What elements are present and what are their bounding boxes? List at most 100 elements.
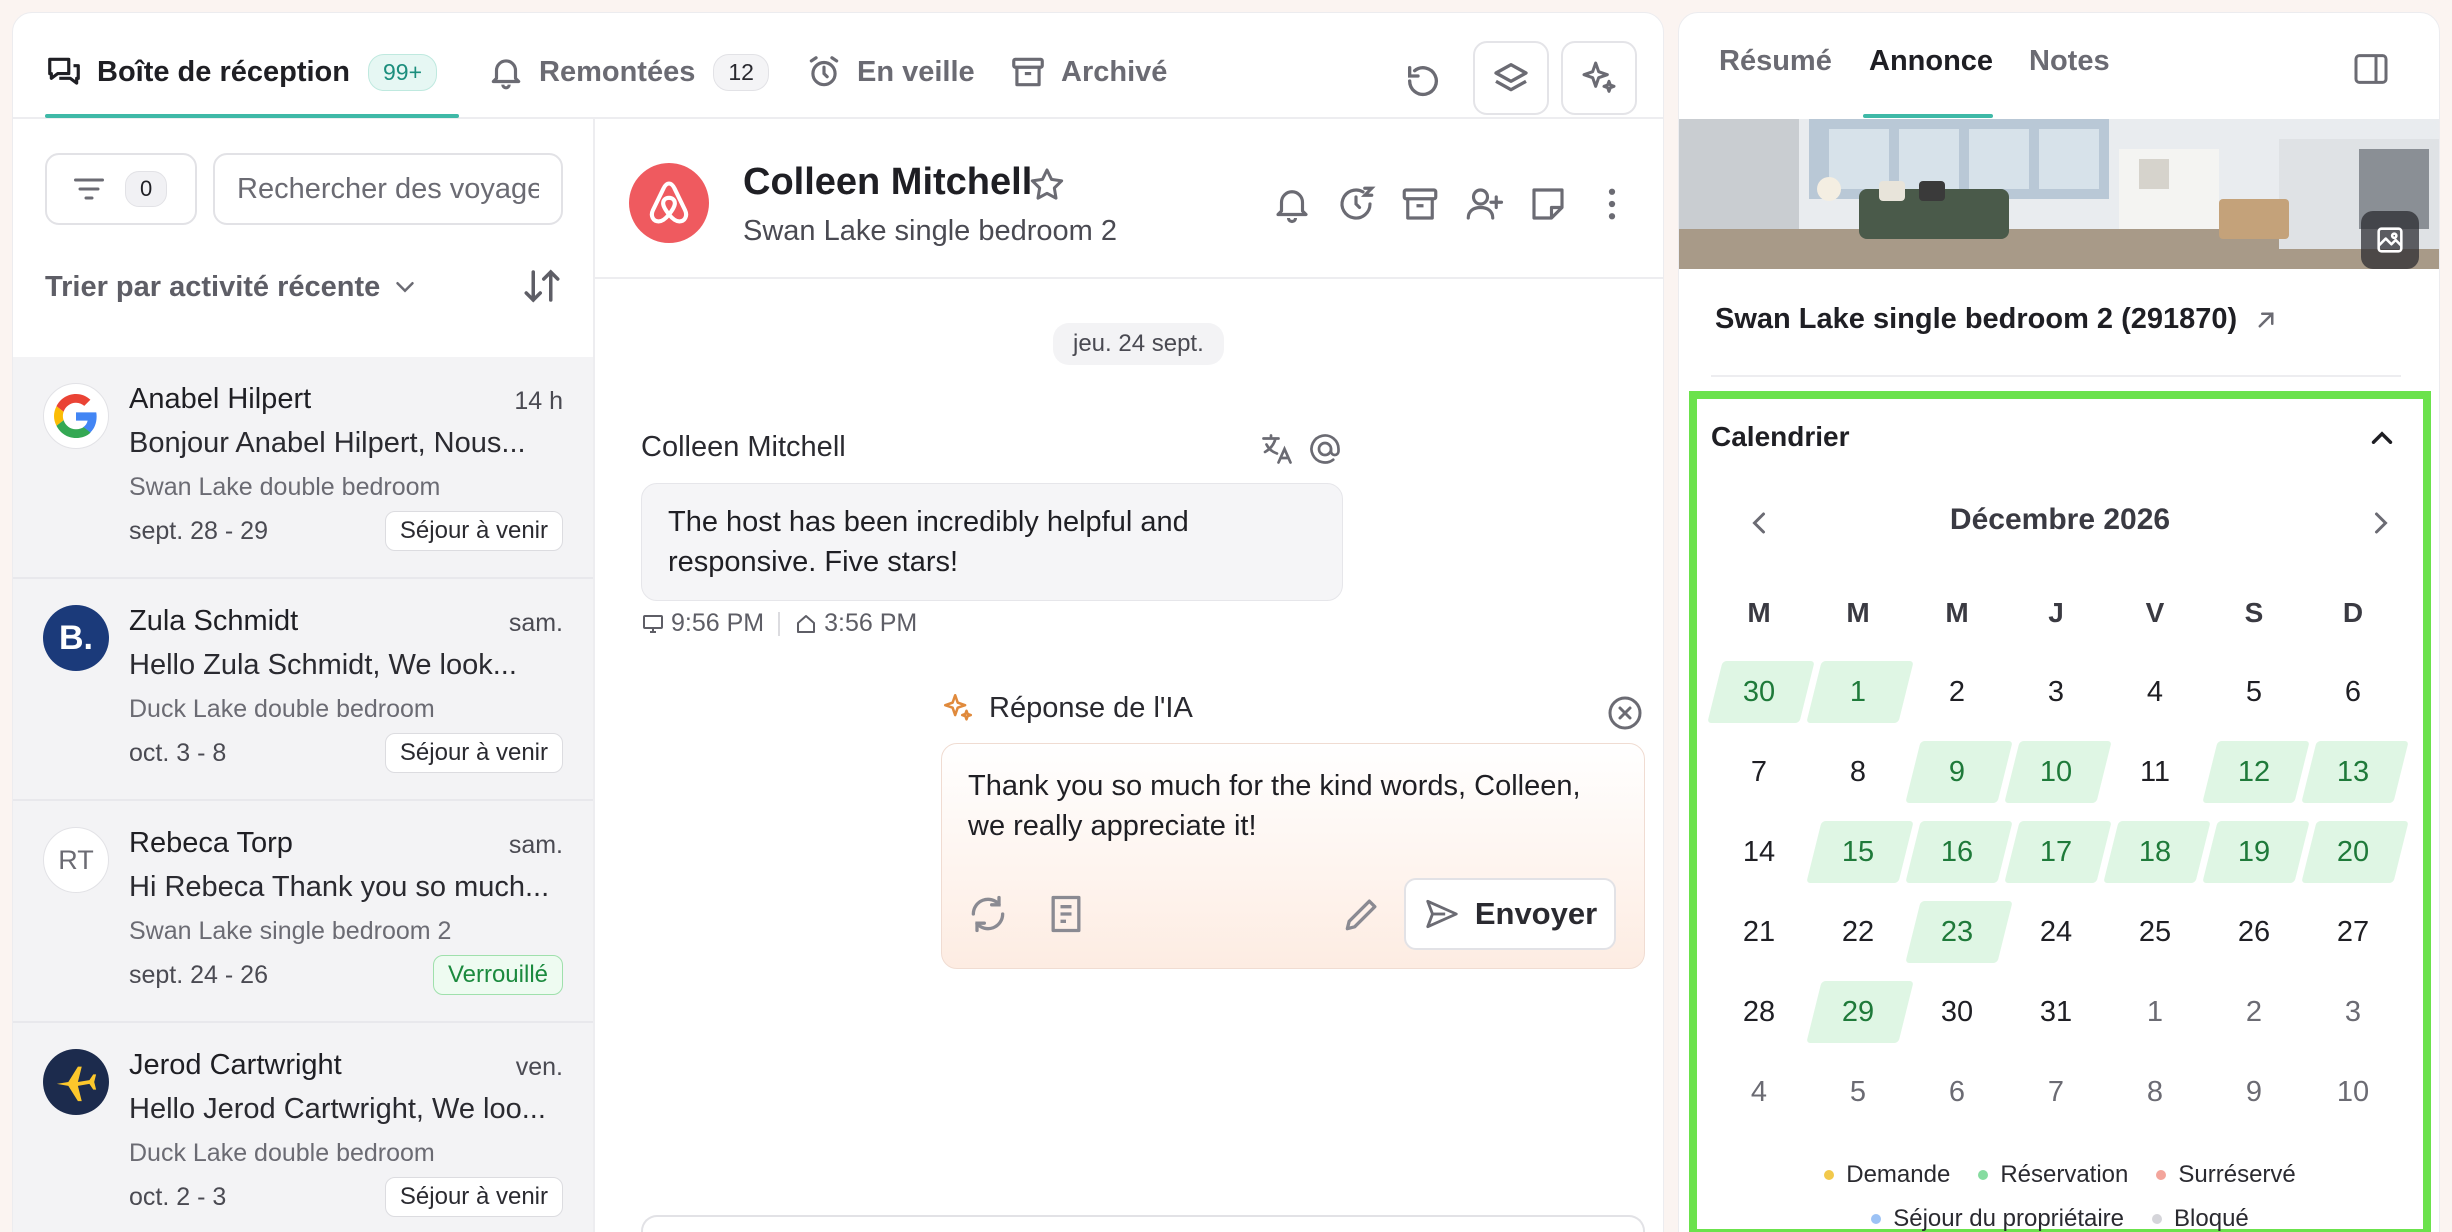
translate-icon[interactable]	[1259, 431, 1295, 467]
add-user-icon[interactable]	[1463, 183, 1505, 225]
conversation-time: sam.	[508, 831, 563, 859]
sidebar-toggle-icon[interactable]	[2351, 49, 2391, 89]
calendar-day[interactable]: 4	[2107, 661, 2203, 723]
calendar-day[interactable]: 2	[2206, 981, 2302, 1043]
living-room-photo	[1679, 119, 2439, 269]
calendar-day-number: 22	[1841, 915, 1875, 948]
tab-escalated[interactable]: Remontées 12	[487, 41, 769, 103]
calendar-day[interactable]: 14	[1711, 821, 1807, 883]
tab-inbox[interactable]: Boîte de réception 99+	[45, 41, 438, 103]
calendar-day[interactable]: 30	[1909, 981, 2005, 1043]
calendar-day[interactable]: 8	[1810, 741, 1906, 803]
calendar-day[interactable]: 22	[1810, 901, 1906, 963]
conversation-time: sam.	[508, 609, 563, 637]
calendar-day[interactable]: 1	[1810, 661, 1906, 723]
conversation-item[interactable]: Anabel Hilpert 14 h Bonjour Anabel Hilpe…	[13, 357, 593, 579]
conversation-item[interactable]: B. Zula Schmidt sam. Hello Zula Schmidt,…	[13, 579, 593, 801]
listing-title-link[interactable]: Swan Lake single bedroom 2 (291870)	[1715, 303, 2281, 336]
calendar-day[interactable]: 5	[2206, 661, 2302, 723]
calendar-day[interactable]: 10	[2008, 741, 2104, 803]
calendar-day[interactable]: 27	[2305, 901, 2401, 963]
mention-icon[interactable]	[1307, 431, 1343, 467]
calendar-day[interactable]: 2	[1909, 661, 2005, 723]
tab-listing[interactable]: Annonce	[1869, 45, 1993, 78]
calendar-day[interactable]: 10	[2305, 1061, 2401, 1123]
layers-button[interactable]	[1473, 41, 1549, 115]
calendar-day[interactable]: 16	[1909, 821, 2005, 883]
close-circle-icon[interactable]	[1605, 693, 1645, 733]
calendar-day[interactable]: 30	[1711, 661, 1807, 723]
calendar-day-number: 15	[1841, 835, 1875, 868]
calendar-legend-second-row: Séjour du propriétaire Bloqué	[1697, 1205, 2423, 1232]
refresh-button[interactable]	[1391, 49, 1455, 113]
conversation-time: 14 h	[514, 387, 563, 415]
calendar-day[interactable]: 11	[2107, 741, 2203, 803]
document-icon[interactable]	[1044, 892, 1088, 936]
message-composer[interactable]	[641, 1215, 1645, 1232]
calendar-day-number: 9	[2245, 1075, 2263, 1108]
gallery-button[interactable]	[2361, 211, 2419, 269]
guest-search-input[interactable]	[213, 153, 563, 225]
regenerate-icon[interactable]	[966, 892, 1010, 936]
conversation-item[interactable]: Jerod Cartwright ven. Hello Jerod Cartwr…	[13, 1023, 593, 1232]
calendar-day-number: 24	[2039, 915, 2073, 948]
chevron-right-icon[interactable]	[2363, 505, 2399, 541]
calendar-day[interactable]: 7	[1711, 741, 1807, 803]
calendar-day[interactable]: 20	[2305, 821, 2401, 883]
ai-reply-box: Thank you so much for the kind words, Co…	[941, 743, 1645, 969]
sparkles-icon	[943, 693, 973, 721]
calendar-day[interactable]: 8	[2107, 1061, 2203, 1123]
tab-summary[interactable]: Résumé	[1719, 45, 1832, 78]
more-vertical-icon[interactable]	[1591, 183, 1633, 225]
calendar-day[interactable]: 31	[2008, 981, 2104, 1043]
listing-name: Swan Lake double bedroom	[129, 473, 441, 501]
calendar-day[interactable]: 19	[2206, 821, 2302, 883]
calendar-day[interactable]: 5	[1810, 1061, 1906, 1123]
chevron-up-icon[interactable]	[2365, 421, 2399, 455]
calendar-day[interactable]: 17	[2008, 821, 2104, 883]
calendar-day-number: 17	[2039, 835, 2073, 868]
conversation-item[interactable]: RT Rebeca Torp sam. Hi Rebeca Thank you …	[13, 801, 593, 1023]
star-icon[interactable]	[1027, 165, 1067, 205]
calendar-day[interactable]: 24	[2008, 901, 2104, 963]
calendar-day[interactable]: 21	[1711, 901, 1807, 963]
calendar-day[interactable]: 6	[2305, 661, 2401, 723]
snooze-clock-icon[interactable]	[1335, 183, 1377, 225]
bell-icon[interactable]	[1271, 183, 1313, 225]
calendar-day-number: 10	[2039, 755, 2073, 788]
calendar-day[interactable]: 26	[2206, 901, 2302, 963]
calendar-day[interactable]: 25	[2107, 901, 2203, 963]
calendar-day[interactable]: 12	[2206, 741, 2302, 803]
ai-sparkle-button[interactable]	[1561, 41, 1637, 115]
sticky-note-icon[interactable]	[1527, 183, 1569, 225]
calendar-day[interactable]: 6	[1909, 1061, 2005, 1123]
archive-box-icon[interactable]	[1399, 183, 1441, 225]
calendar-day[interactable]: 4	[1711, 1061, 1807, 1123]
layers-icon	[1494, 63, 1528, 92]
calendar-day[interactable]: 13	[2305, 741, 2401, 803]
listing-photo[interactable]	[1679, 119, 2439, 269]
sort-dropdown[interactable]: Trier par activité récente	[45, 267, 420, 307]
calendar-day[interactable]: 18	[2107, 821, 2203, 883]
calendar-day[interactable]: 15	[1810, 821, 1906, 883]
calendar-day[interactable]: 9	[1909, 741, 2005, 803]
calendar-day[interactable]: 7	[2008, 1061, 2104, 1123]
filter-button[interactable]: 0	[45, 153, 197, 225]
tab-notes[interactable]: Notes	[2029, 45, 2110, 78]
ai-reply-text[interactable]: Thank you so much for the kind words, Co…	[968, 766, 1618, 846]
calendar-day[interactable]: 29	[1810, 981, 1906, 1043]
calendar-day[interactable]: 9	[2206, 1061, 2302, 1123]
listing-title: Swan Lake single bedroom 2 (291870)	[1715, 303, 2238, 335]
legend-dot	[2156, 1170, 2167, 1180]
tab-snoozed[interactable]: En veille	[805, 41, 975, 103]
send-button[interactable]: Envoyer	[1404, 878, 1616, 950]
calendar-day[interactable]: 23	[1909, 901, 2005, 963]
avatar-initials: RT	[43, 827, 109, 893]
sort-order-icon[interactable]	[521, 265, 563, 307]
tab-archived[interactable]: Archivé	[1009, 41, 1167, 103]
calendar-day[interactable]: 1	[2107, 981, 2203, 1043]
pencil-icon[interactable]	[1340, 892, 1384, 936]
calendar-day[interactable]: 3	[2008, 661, 2104, 723]
calendar-day[interactable]: 3	[2305, 981, 2401, 1043]
calendar-day[interactable]: 28	[1711, 981, 1807, 1043]
